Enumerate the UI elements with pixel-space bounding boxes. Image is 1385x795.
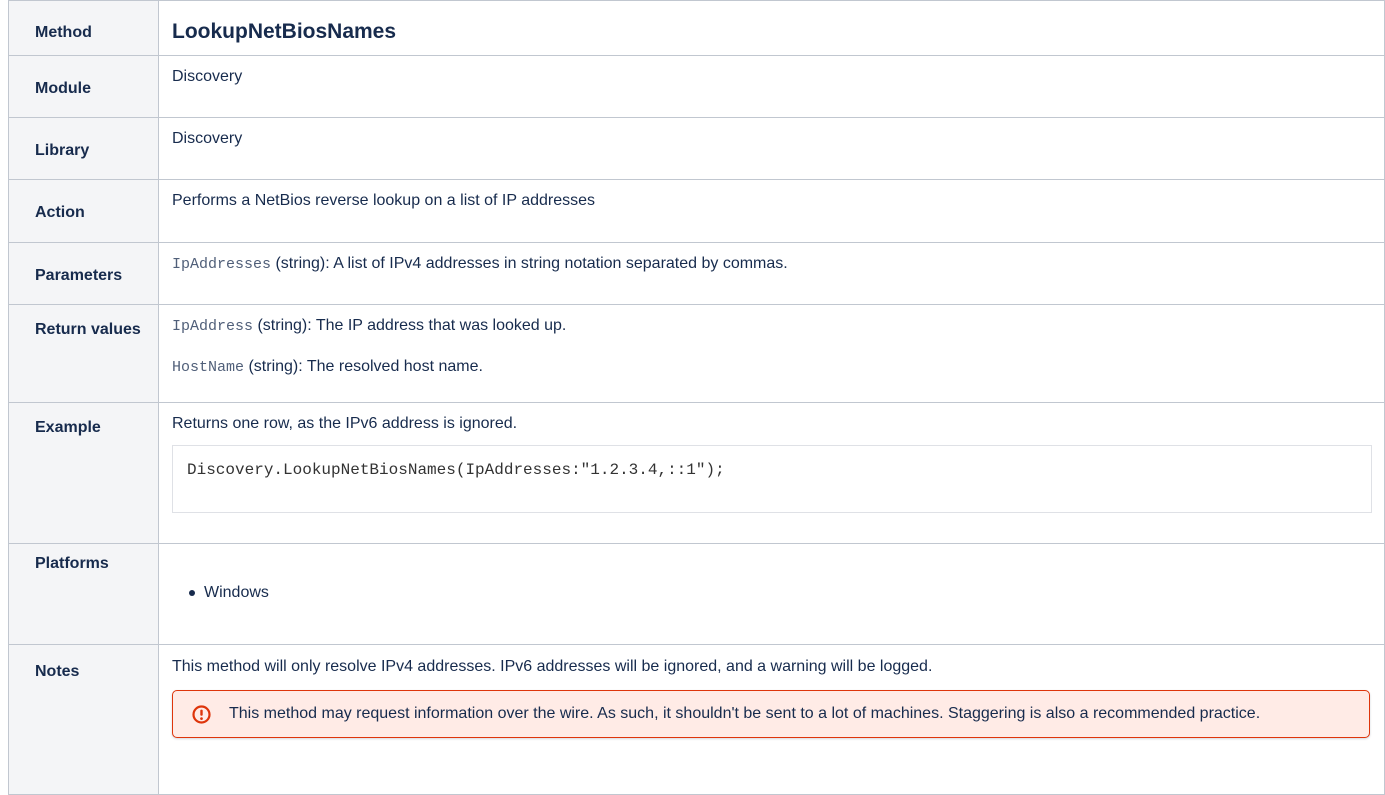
row-return-values: Return values IpAddress (string): The IP… — [8, 304, 1385, 403]
method-label: Method — [8, 0, 159, 56]
return-values-value: IpAddress (string): The IP address that … — [158, 304, 1385, 403]
return-values-label-text: Return values — [35, 321, 141, 338]
return-item-name: HostName — [172, 359, 245, 376]
example-value: Returns one row, as the IPv6 address is … — [158, 402, 1385, 544]
library-label: Library — [8, 117, 159, 180]
example-code: Discovery.LookupNetBiosNames(IpAddresses… — [187, 461, 725, 479]
notes-text: This method will only resolve IPv4 addre… — [172, 658, 933, 675]
method-value-cell: LookupNetBiosNames — [158, 0, 1385, 56]
return-item: IpAddress (string): The IP address that … — [172, 316, 1372, 337]
action-value: Performs a NetBios reverse lookup on a l… — [158, 179, 1385, 243]
method-reference-table: Method LookupNetBiosNames Module Discove… — [8, 0, 1385, 795]
notes-value: This method will only resolve IPv4 addre… — [158, 644, 1385, 795]
example-code-block[interactable]: Discovery.LookupNetBiosNames(IpAddresses… — [172, 445, 1372, 513]
method-name: LookupNetBiosNames — [172, 20, 397, 43]
platforms-label: Platforms — [8, 543, 159, 645]
row-parameters: Parameters IpAddresses (string): A list … — [8, 242, 1385, 305]
module-value: Discovery — [158, 55, 1385, 118]
platforms-value: Windows — [158, 543, 1385, 645]
row-module: Module Discovery — [8, 55, 1385, 118]
return-item-name: IpAddress — [172, 318, 254, 335]
row-example: Example Returns one row, as the IPv6 add… — [8, 402, 1385, 544]
row-library: Library Discovery — [8, 117, 1385, 180]
example-label: Example — [8, 402, 159, 544]
row-action: Action Performs a NetBios reverse lookup… — [8, 179, 1385, 243]
row-notes: Notes This method will only resolve IPv4… — [8, 644, 1385, 795]
row-method: Method LookupNetBiosNames — [8, 0, 1385, 56]
return-item-desc: (string): The IP address that was looked… — [253, 317, 567, 334]
library-value: Discovery — [158, 117, 1385, 180]
platform-list: Windows — [159, 583, 1372, 603]
param-name: IpAddresses — [172, 256, 272, 273]
action-label: Action — [8, 179, 159, 243]
warning-panel: This method may request information over… — [172, 690, 1370, 738]
return-item-desc: (string): The resolved host name. — [244, 358, 483, 375]
example-intro: Returns one row, as the IPv6 address is … — [172, 415, 518, 432]
return-item: HostName (string): The resolved host nam… — [172, 357, 1372, 378]
notes-label: Notes — [8, 644, 159, 795]
param-desc: (string): A list of IPv4 addresses in st… — [271, 255, 788, 272]
module-label: Module — [8, 55, 159, 118]
parameters-label: Parameters — [8, 242, 159, 305]
platform-item: Windows — [159, 583, 1372, 603]
warning-text: This method may request information over… — [229, 705, 1261, 722]
row-platforms: Platforms Windows — [8, 543, 1385, 645]
parameters-value: IpAddresses (string): A list of IPv4 add… — [158, 242, 1385, 305]
error-circle-icon — [192, 705, 211, 724]
return-values-label: Return values — [8, 304, 159, 403]
